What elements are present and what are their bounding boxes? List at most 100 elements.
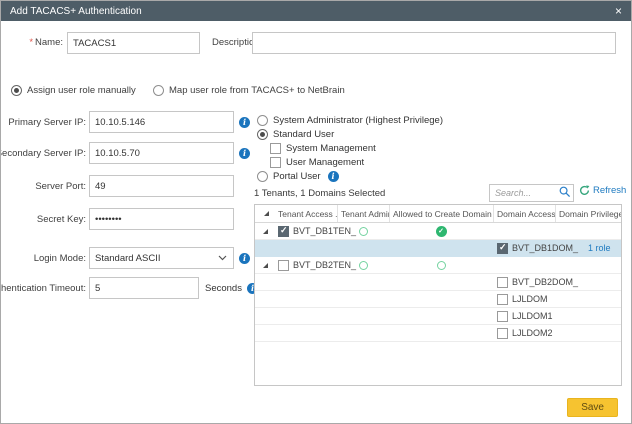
radio-icon[interactable] [257, 115, 268, 126]
collapse-all-icon[interactable] [264, 211, 269, 216]
domain-access-cell: LJLDOM2 [493, 325, 555, 341]
radio-map-from-tacacs[interactable]: Map user role from TACACS+ to NetBrain [153, 85, 345, 96]
checkbox-user-management[interactable]: User Management [257, 155, 443, 169]
info-icon[interactable] [239, 253, 250, 264]
expand-cell[interactable] [255, 257, 275, 273]
server-port-input[interactable] [89, 175, 234, 197]
seconds-label: Seconds [205, 283, 242, 294]
role-label: System Management [286, 143, 376, 154]
domain-checkbox[interactable] [497, 243, 508, 254]
table-row-tenant[interactable]: BVT_DB1TEN_ [255, 223, 621, 240]
authentication-timeout-label: Authentication Timeout: [1, 283, 86, 294]
save-button[interactable]: Save [567, 398, 618, 417]
radio-icon[interactable] [257, 171, 268, 182]
col-allowed-to-create-domain[interactable]: Allowed to Create Domain ... [389, 205, 493, 222]
role-label: System Administrator (Highest Privilege) [273, 115, 443, 126]
tenant-admin-cell[interactable] [337, 257, 389, 273]
domain-checkbox[interactable] [497, 311, 508, 322]
table-row-domain[interactable]: LJLDOM1 [255, 308, 621, 325]
primary-server-ip-label: Primary Server IP: [1, 117, 86, 128]
close-icon[interactable]: × [615, 5, 622, 17]
selection-summary: 1 Tenants, 1 Domains Selected [254, 188, 385, 199]
table-row-domain[interactable]: LJLDOM2 [255, 325, 621, 342]
secondary-server-ip-label: Secondary Server IP: [1, 148, 86, 159]
authentication-timeout-input[interactable] [89, 277, 199, 299]
login-mode-select[interactable]: Standard ASCII [89, 247, 234, 269]
field-secondary-server-ip: Secondary Server IP: [1, 142, 250, 164]
domain-checkbox[interactable] [497, 294, 508, 305]
table-row-domain-selected[interactable]: BVT_DB1DOM_ 1 role [255, 240, 621, 257]
primary-server-ip-input[interactable] [89, 111, 234, 133]
circle-outline-icon [437, 261, 446, 270]
table-row-domain[interactable]: LJLDOM [255, 291, 621, 308]
domain-access-cell: LJLDOM1 [493, 308, 555, 324]
dialog-title: Add TACACS+ Authentication [10, 6, 142, 17]
secret-key-label: Secret Key: [1, 214, 86, 225]
radio-label: Map user role from TACACS+ to NetBrain [169, 85, 345, 96]
radio-assign-manually[interactable]: Assign user role manually [11, 85, 136, 96]
search-icon[interactable] [559, 186, 571, 198]
field-authentication-timeout: Authentication Timeout: Seconds [1, 277, 258, 299]
role-label: User Management [286, 157, 364, 168]
radio-label: Assign user role manually [27, 85, 136, 96]
domain-privilege-cell: 1 role [555, 240, 621, 256]
circle-outline-icon [359, 227, 368, 236]
add-tacacs-authentication-dialog: Add TACACS+ Authentication × *Name: Desc… [0, 0, 632, 424]
field-secret-key: Secret Key: [1, 208, 234, 230]
col-tenant-access[interactable]: Tenant Access ... [275, 205, 337, 222]
role-count-link[interactable]: 1 role [588, 243, 611, 253]
tenant-checkbox[interactable] [278, 260, 289, 271]
table-row-tenant[interactable]: BVT_DB2TEN_ [255, 257, 621, 274]
tenant-domain-table: Tenant Access ... Tenant Admin... Allowe… [254, 204, 622, 386]
secret-key-input[interactable] [89, 208, 234, 230]
field-login-mode: Login Mode: Standard ASCII [1, 247, 250, 269]
radio-icon[interactable] [257, 129, 268, 140]
table-row-domain[interactable]: BVT_DB2DOM_ [255, 274, 621, 291]
tenant-access-cell: BVT_DB1TEN_ [275, 223, 337, 239]
checkbox-system-management[interactable]: System Management [257, 141, 443, 155]
login-mode-label: Login Mode: [1, 253, 86, 264]
field-primary-server-ip: Primary Server IP: [1, 111, 250, 133]
server-port-label: Server Port: [1, 181, 86, 192]
radio-icon[interactable] [153, 85, 164, 96]
info-icon[interactable] [239, 117, 250, 128]
tenant-admin-cell[interactable] [337, 223, 389, 239]
checkbox-icon[interactable] [270, 157, 281, 168]
info-icon[interactable] [328, 171, 339, 182]
name-input[interactable] [67, 32, 200, 54]
col-tenant-admin[interactable]: Tenant Admin... [337, 205, 389, 222]
domain-checkbox[interactable] [497, 328, 508, 339]
expand-icon[interactable] [263, 263, 268, 268]
checkbox-icon[interactable] [270, 143, 281, 154]
radio-icon[interactable] [11, 85, 22, 96]
refresh-label: Refresh [593, 185, 626, 196]
user-role-options: System Administrator (Highest Privilege)… [257, 113, 443, 183]
collapse-all-cell[interactable] [255, 205, 275, 222]
domain-access-cell: BVT_DB1DOM_ [493, 240, 555, 256]
secondary-server-ip-input[interactable] [89, 142, 234, 164]
dialog-titlebar: Add TACACS+ Authentication × [1, 1, 631, 21]
field-server-port: Server Port: [1, 175, 234, 197]
domain-name: LJLDOM1 [512, 311, 553, 321]
description-input[interactable] [252, 32, 616, 54]
allowed-create-cell[interactable] [389, 223, 493, 239]
tenant-access-cell: BVT_DB2TEN_ [275, 257, 337, 273]
radio-standard-user[interactable]: Standard User [257, 127, 443, 141]
chevron-down-icon [218, 255, 227, 261]
domain-checkbox[interactable] [497, 277, 508, 288]
expand-cell[interactable] [255, 223, 275, 239]
required-mark: * [29, 37, 33, 48]
search-box [489, 183, 574, 201]
domain-name: LJLDOM2 [512, 328, 553, 338]
allowed-create-cell[interactable] [389, 257, 493, 273]
radio-system-administrator[interactable]: System Administrator (Highest Privilege) [257, 113, 443, 127]
circle-check-icon [436, 226, 447, 237]
radio-portal-user[interactable]: Portal User [257, 169, 443, 183]
role-label: Standard User [273, 129, 334, 140]
col-domain-privilege[interactable]: Domain Privilege... [555, 205, 621, 222]
col-domain-access[interactable]: Domain Access ... [493, 205, 555, 222]
expand-icon[interactable] [263, 229, 268, 234]
tenant-checkbox[interactable] [278, 226, 289, 237]
info-icon[interactable] [239, 148, 250, 159]
refresh-button[interactable]: Refresh [579, 185, 626, 196]
